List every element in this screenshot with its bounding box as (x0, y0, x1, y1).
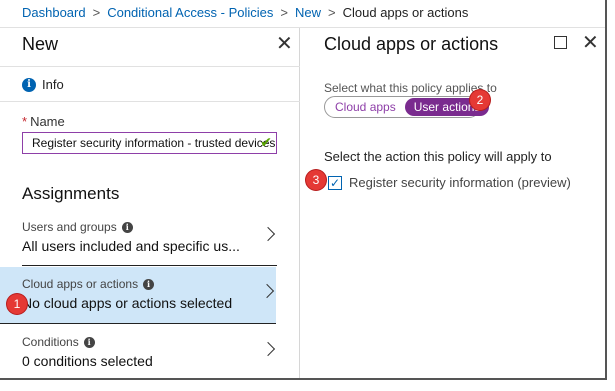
conditions-item[interactable]: Conditions i 0 conditions selected (22, 325, 277, 378)
info-icon: i (121, 221, 133, 233)
action-label: Select the action this policy will apply… (324, 149, 552, 164)
assignments-heading: Assignments (22, 184, 120, 203)
assign-item-value: No cloud apps or actions selected (22, 295, 233, 311)
divider (0, 66, 300, 67)
breadcrumb-new[interactable]: New (295, 5, 321, 20)
cloud-apps-or-actions-item[interactable]: Cloud apps or actions i No cloud apps or … (0, 267, 276, 324)
breadcrumb-separator: > (328, 5, 336, 20)
new-policy-blade: New ✕ i Info * Name Register security inf… (0, 28, 300, 378)
close-icon[interactable]: ✕ (276, 34, 293, 54)
checkbox-label: Register security information (preview) (349, 175, 571, 190)
checkbox-checked-icon[interactable]: ✓ (328, 175, 342, 190)
assign-item-label: Cloud apps or actions i (22, 277, 155, 291)
chevron-right-icon (260, 341, 276, 357)
breadcrumb-current: Cloud apps or actions (342, 5, 469, 20)
blade-title: Cloud apps or actions (324, 34, 499, 54)
chevron-right-icon (260, 226, 276, 242)
assign-item-label: Conditions i (22, 335, 95, 349)
name-label: * Name (22, 114, 65, 129)
breadcrumb-policies[interactable]: Conditional Access - Policies (107, 5, 273, 20)
chevron-right-icon (259, 283, 275, 299)
assign-item-value: 0 conditions selected (22, 353, 153, 369)
callout-badge-2: 2 (470, 90, 490, 110)
maximize-icon[interactable] (554, 36, 567, 49)
applies-to-label: Select what this policy applies to (324, 81, 497, 95)
valid-check-icon: ✔ (260, 134, 272, 150)
policy-name-value: Register security information - trusted … (32, 136, 276, 150)
info-icon: i (83, 336, 95, 348)
users-and-groups-item[interactable]: Users and groups i All users included and… (22, 210, 277, 266)
info-icon: i (22, 77, 36, 92)
applies-to-toggle: Cloud apps User actions (324, 96, 490, 118)
blade-title: New (22, 34, 59, 54)
info-icon: i (143, 278, 155, 290)
divider (0, 101, 300, 102)
cloud-apps-blade: Cloud apps or actions ✕ Select what this… (300, 28, 605, 378)
toggle-cloud-apps[interactable]: Cloud apps (326, 98, 405, 116)
callout-badge-3: 3 (306, 170, 326, 190)
breadcrumb-dashboard[interactable]: Dashboard (22, 5, 86, 20)
info-link[interactable]: i Info (22, 77, 64, 92)
breadcrumb-separator: > (280, 5, 288, 20)
portal-window: Dashboard > Conditional Access - Policies >… (0, 0, 607, 380)
policy-name-input[interactable]: Register security information - trusted … (22, 132, 277, 154)
breadcrumb-separator: > (92, 5, 101, 20)
breadcrumb: Dashboard > Conditional Access - Policies >… (0, 0, 605, 28)
info-label: Info (42, 77, 64, 92)
register-security-info-option[interactable]: ✓ Register security information (preview… (328, 175, 571, 190)
required-marker: * (22, 114, 28, 129)
assign-item-value: All users included and specific us... (22, 238, 240, 254)
close-icon[interactable]: ✕ (582, 33, 599, 53)
assign-item-label: Users and groups i (22, 220, 133, 234)
callout-badge-1: 1 (7, 294, 27, 314)
